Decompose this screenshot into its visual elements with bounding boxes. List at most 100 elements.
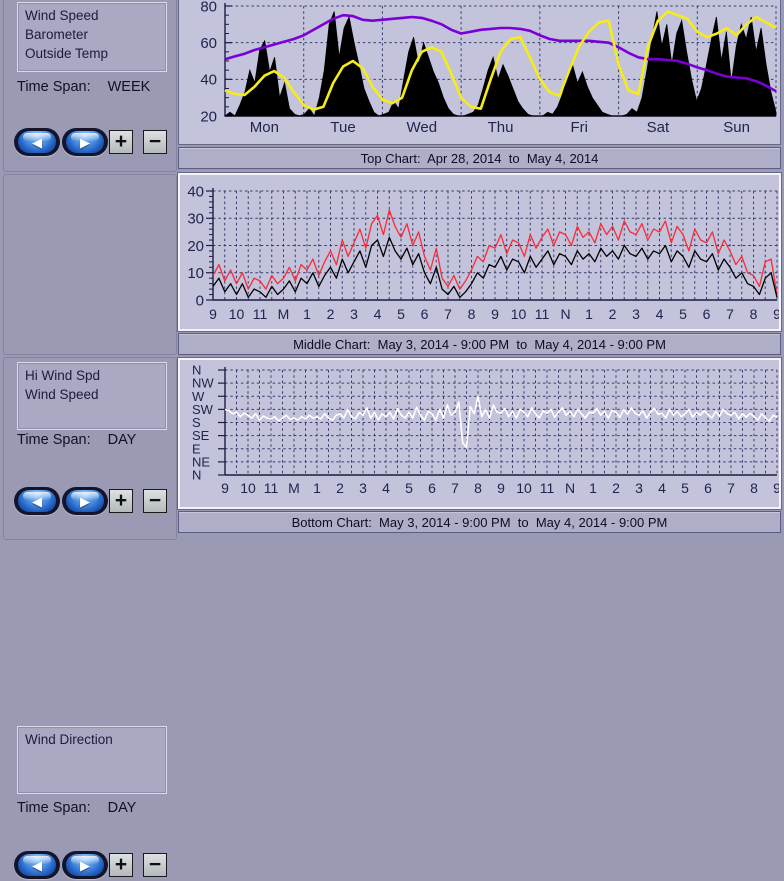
bottom-chart-controls-group: Wind Direction Time Span:DAY ◀ ▶ + − — [3, 357, 177, 540]
svg-text:9: 9 — [497, 480, 505, 496]
time-span-label: Time Span: — [17, 800, 91, 816]
svg-text:5: 5 — [679, 306, 687, 322]
svg-text:5: 5 — [681, 480, 689, 496]
svg-text:4: 4 — [382, 480, 390, 496]
bottom-zoom-out-button[interactable]: − — [143, 853, 167, 877]
svg-text:7: 7 — [451, 480, 459, 496]
minus-icon: − — [149, 854, 161, 875]
svg-text:5: 5 — [397, 306, 405, 322]
svg-text:2: 2 — [609, 306, 617, 322]
middle-chart-controls-group: Hi Wind Spd Wind Speed Time Span:DAY ◀ ▶… — [3, 174, 177, 355]
top-zoom-out-button[interactable]: − — [143, 130, 167, 154]
bottom-chart[interactable]: NNWWSWSSEENEN91011M1234567891011N1234567… — [178, 358, 781, 509]
bottom-zoom-in-button[interactable]: + — [109, 853, 133, 877]
svg-text:11: 11 — [264, 480, 279, 496]
svg-text:9: 9 — [773, 306, 779, 322]
bottom-chart-range-text: Bottom Chart: May 3, 2014 - 9:00 PM to M… — [292, 515, 668, 530]
top-chart-status-bar: Top Chart: Apr 28, 2014 to May 4, 2014 — [178, 147, 781, 169]
svg-text:30: 30 — [187, 211, 204, 228]
svg-text:1: 1 — [303, 306, 311, 322]
top-zoom-in-button[interactable]: + — [109, 130, 133, 154]
svg-text:Sun: Sun — [723, 119, 750, 136]
plus-icon: + — [115, 131, 127, 152]
bottom-chart-buttons: ◀ ▶ + − — [4, 851, 182, 881]
svg-text:1: 1 — [313, 480, 321, 496]
time-span-label: Time Span: — [17, 79, 91, 95]
top-chart-controls-group: Wind Speed Barometer Outside Temp Time S… — [3, 0, 177, 172]
svg-text:80: 80 — [200, 0, 217, 15]
svg-text:10: 10 — [240, 480, 256, 496]
list-item[interactable]: Wind Direction — [18, 730, 166, 749]
svg-text:6: 6 — [703, 306, 711, 322]
back-arrow-icon: ◀ — [14, 851, 60, 879]
top-time-span: Time Span: WEEK — [17, 79, 177, 95]
svg-text:6: 6 — [421, 306, 429, 322]
top-forward-button[interactable]: ▶ — [62, 128, 108, 156]
svg-text:7: 7 — [444, 306, 452, 322]
bottom-chart-status-bar: Bottom Chart: May 3, 2014 - 9:00 PM to M… — [178, 511, 781, 533]
svg-text:9: 9 — [221, 480, 229, 496]
minus-icon: − — [149, 131, 161, 152]
svg-text:Thu: Thu — [488, 119, 514, 136]
svg-text:3: 3 — [632, 306, 640, 322]
svg-text:4: 4 — [374, 306, 382, 322]
svg-text:3: 3 — [359, 480, 367, 496]
middle-chart-plot: 01020304091011M1234567891011N123456789 — [180, 175, 779, 329]
bottom-back-button[interactable]: ◀ — [14, 851, 60, 879]
svg-text:11: 11 — [253, 306, 268, 322]
svg-text:8: 8 — [474, 480, 482, 496]
svg-text:7: 7 — [727, 480, 735, 496]
svg-text:6: 6 — [428, 480, 436, 496]
list-item[interactable]: Wind Speed — [18, 6, 166, 25]
top-back-button[interactable]: ◀ — [14, 128, 60, 156]
svg-text:20: 20 — [187, 238, 204, 255]
bottom-series-listbox[interactable]: Wind Direction — [17, 726, 167, 794]
list-item[interactable]: Outside Temp — [18, 44, 166, 63]
svg-text:Tue: Tue — [330, 119, 355, 136]
svg-text:11: 11 — [540, 480, 555, 496]
svg-text:2: 2 — [612, 480, 620, 496]
svg-text:Sat: Sat — [647, 119, 670, 136]
svg-text:4: 4 — [656, 306, 664, 322]
svg-text:3: 3 — [635, 480, 643, 496]
svg-text:40: 40 — [187, 183, 204, 200]
time-span-value: DAY — [108, 800, 137, 816]
list-item[interactable]: Barometer — [18, 25, 166, 44]
svg-text:1: 1 — [585, 306, 593, 322]
svg-text:3: 3 — [350, 306, 358, 322]
svg-text:9: 9 — [209, 306, 217, 322]
svg-text:7: 7 — [726, 306, 734, 322]
svg-text:5: 5 — [405, 480, 413, 496]
bottom-time-span: Time Span: DAY — [17, 800, 177, 816]
svg-text:20: 20 — [200, 108, 217, 125]
svg-text:2: 2 — [336, 480, 344, 496]
bottom-forward-button[interactable]: ▶ — [62, 851, 108, 879]
time-span-value: WEEK — [108, 79, 151, 95]
svg-text:4: 4 — [658, 480, 666, 496]
svg-text:11: 11 — [535, 306, 550, 322]
top-chart-range-text: Top Chart: Apr 28, 2014 to May 4, 2014 — [361, 151, 599, 166]
forward-arrow-icon: ▶ — [62, 128, 108, 156]
svg-text:8: 8 — [750, 306, 758, 322]
svg-text:10: 10 — [229, 306, 245, 322]
middle-chart[interactable]: 01020304091011M1234567891011N123456789 — [178, 173, 781, 331]
svg-text:40: 40 — [200, 72, 217, 89]
middle-chart-status-bar: Middle Chart: May 3, 2014 - 9:00 PM to M… — [178, 333, 781, 355]
top-chart-buttons: ◀ ▶ + − — [4, 128, 182, 158]
svg-text:6: 6 — [704, 480, 712, 496]
bottom-chart-plot: NNWWSWSSEENEN91011M1234567891011N1234567… — [180, 360, 779, 507]
svg-text:M: M — [278, 306, 290, 322]
top-series-listbox[interactable]: Wind Speed Barometer Outside Temp — [17, 2, 167, 72]
middle-chart-range-text: Middle Chart: May 3, 2014 - 9:00 PM to M… — [293, 337, 666, 352]
svg-text:8: 8 — [750, 480, 758, 496]
svg-text:Mon: Mon — [250, 119, 279, 136]
svg-text:N: N — [560, 306, 570, 322]
svg-text:60: 60 — [200, 35, 217, 52]
forward-arrow-icon: ▶ — [62, 851, 108, 879]
weather-chart-window: Wind Speed Barometer Outside Temp Time S… — [0, 0, 784, 535]
svg-text:10: 10 — [511, 306, 527, 322]
top-chart[interactable]: 20406080MonTueWedThuFriSatSun — [178, 0, 781, 145]
svg-text:1: 1 — [589, 480, 597, 496]
svg-text:Fri: Fri — [570, 119, 588, 136]
svg-text:10: 10 — [187, 265, 204, 282]
